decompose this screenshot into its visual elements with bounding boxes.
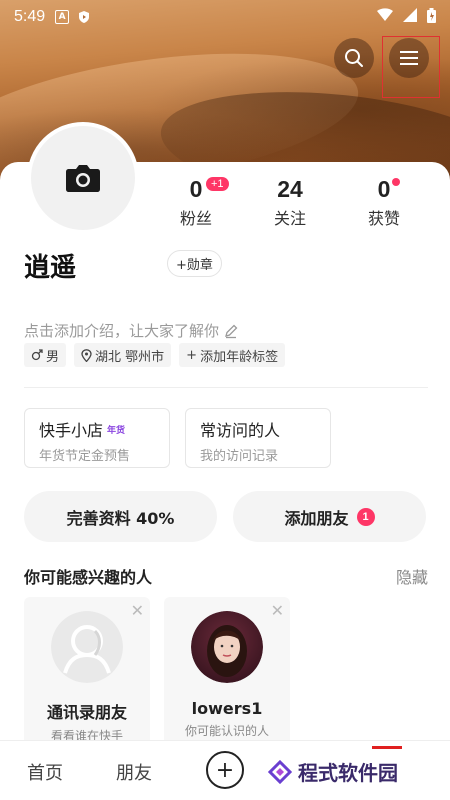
wifi-icon: [377, 8, 393, 26]
nav-friends[interactable]: 朋友: [116, 759, 152, 785]
likes-label: 获赞: [367, 209, 400, 228]
recommendation-name: lowers1: [191, 699, 263, 718]
stat-likes[interactable]: 0 获赞: [344, 176, 424, 229]
add-medal-button[interactable]: +勋章: [167, 250, 222, 277]
complete-profile-button[interactable]: 完善资料 40%: [24, 491, 217, 542]
visitors-title: 常访问的人: [200, 421, 281, 440]
following-label: 关注: [273, 209, 306, 228]
shop-subtitle: 年货节定金预售: [39, 449, 131, 464]
profile-tags: 男 湖北 鄂州市 + 添加年龄标签: [24, 343, 286, 367]
following-count: 24: [277, 176, 303, 202]
add-friends-label: 添加朋友: [284, 508, 349, 528]
search-icon: [345, 49, 363, 67]
create-post-button[interactable]: +: [206, 751, 244, 789]
camera-icon: [66, 165, 100, 192]
kuaishou-shop-card[interactable]: 快手小店 年货 年货节定金预售: [24, 408, 170, 468]
avatar[interactable]: [27, 122, 139, 234]
menu-highlight-box: [382, 36, 440, 98]
contacts-avatar: [51, 611, 123, 683]
gender-tag[interactable]: 男: [24, 343, 67, 367]
likes-red-dot: [392, 178, 400, 186]
close-icon[interactable]: ✕: [131, 601, 144, 620]
close-icon[interactable]: ✕: [271, 601, 284, 620]
add-friends-count-badge: 1: [356, 507, 375, 526]
shop-title: 快手小店: [39, 421, 104, 440]
username[interactable]: 逍遥: [24, 247, 76, 284]
status-time: 5:49: [14, 8, 46, 25]
add-age-tag[interactable]: + 添加年龄标签: [179, 343, 286, 367]
nav-home[interactable]: 首页: [27, 759, 63, 785]
status-right-icons: [377, 7, 436, 27]
search-button[interactable]: [334, 38, 374, 78]
shield-play-icon: [77, 10, 91, 24]
stat-following[interactable]: 24 关注: [250, 176, 330, 229]
recommendation-subtitle: 你可能认识的人: [184, 724, 269, 738]
watermark-text: 程式软件园: [298, 761, 398, 785]
signal-icon: [403, 8, 417, 26]
battery-icon: [427, 7, 436, 27]
gender-label: 男: [46, 349, 60, 365]
fans-new-badge: +1: [206, 177, 229, 191]
intro-edit[interactable]: 点击添加介绍，让大家了解你: [24, 320, 239, 341]
visitors-subtitle: 我的访问记录: [200, 449, 279, 464]
watermark-red-mark: [372, 746, 402, 749]
plus-icon: +: [186, 347, 198, 363]
status-bar: 5:49 A: [0, 0, 450, 34]
shop-year-tag: 年货: [107, 425, 126, 436]
a-notification-icon: A: [55, 10, 70, 24]
fans-label: 粉丝: [179, 209, 212, 228]
recommendations-title: 你可能感兴趣的人: [24, 568, 153, 587]
add-friends-button[interactable]: 添加朋友 1: [233, 491, 426, 542]
bottom-nav: 首页 朋友 + 程式软件园: [0, 740, 450, 800]
location-pin-icon: [81, 348, 92, 362]
male-icon: [31, 349, 43, 361]
likes-count: 0: [377, 176, 391, 202]
recommendation-card[interactable]: ✕ lowers1 你可能认识的人: [164, 597, 290, 747]
add-age-label: 添加年龄标签: [200, 349, 279, 365]
watermark: 程式软件园: [268, 757, 398, 786]
pencil-icon: [225, 324, 238, 338]
frequent-visitors-card[interactable]: 常访问的人 我的访问记录: [185, 408, 331, 468]
location-label: 湖北 鄂州市: [95, 349, 165, 365]
location-tag[interactable]: 湖北 鄂州市: [74, 343, 172, 367]
recommendation-card[interactable]: ✕ 通讯录朋友 看看谁在快手: [24, 597, 150, 747]
recommendation-name: 通讯录朋友: [46, 703, 127, 722]
divider: [24, 387, 428, 388]
watermark-logo-icon: [268, 759, 292, 784]
user-avatar-photo: [191, 611, 263, 683]
complete-profile-label: 完善资料 40%: [66, 508, 175, 528]
hide-recommendations-link[interactable]: 隐藏: [396, 564, 428, 588]
intro-placeholder: 点击添加介绍，让大家了解你: [24, 322, 220, 340]
